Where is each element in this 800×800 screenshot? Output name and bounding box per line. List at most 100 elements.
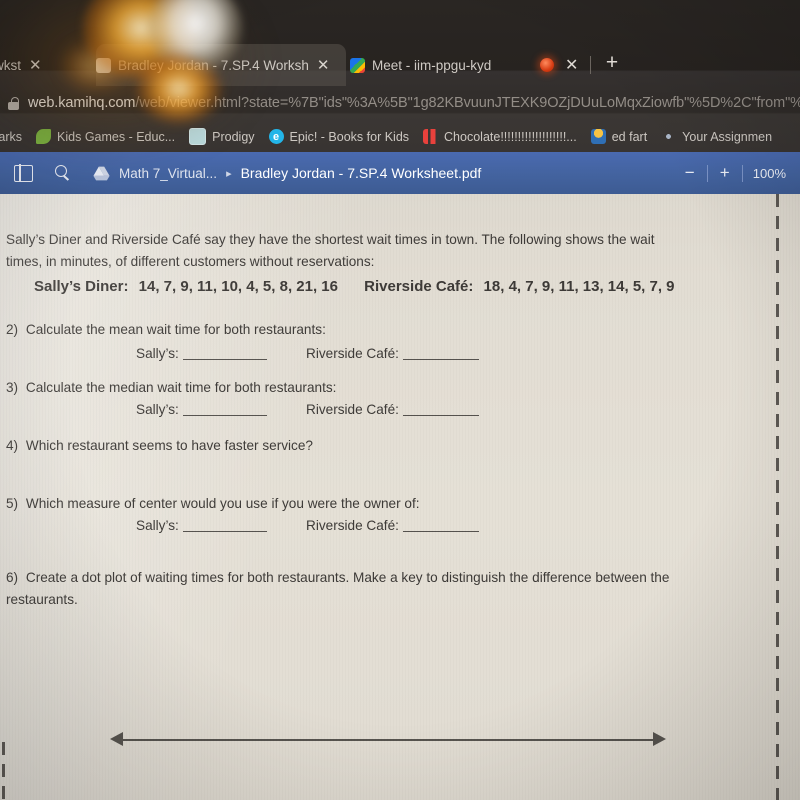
question-number: 6) [6, 570, 19, 585]
page-edge-dashed-line-left [2, 742, 5, 800]
question-6: 6) Create a dot plot of waiting times fo… [6, 568, 752, 589]
answer-blank-riverside[interactable]: Riverside Café: [306, 344, 606, 365]
question-text: Calculate the mean wait time for both re… [25, 322, 326, 337]
close-icon[interactable]: ✕ [29, 56, 42, 74]
url-host: web.kamihq.com [28, 95, 136, 111]
question-number: 3) [6, 380, 19, 395]
question-number: 4) [6, 438, 19, 453]
blank-line[interactable] [182, 359, 267, 360]
google-meet-icon [350, 57, 365, 73]
address-bar[interactable]: web.kamihq.com/web/viewer.html?state=%7B… [0, 86, 800, 120]
question-text: Which measure of center would you use if… [25, 496, 420, 511]
question-3: 3) Calculate the median wait time for bo… [6, 378, 336, 399]
blank-line[interactable] [182, 415, 267, 416]
url-path: /web/viewer.html?state=%7B"ids"%3A%5B"1g… [135, 95, 800, 111]
tab-title: wkst [0, 57, 21, 73]
close-icon[interactable]: ✕ [317, 56, 330, 74]
zoom-controls: − + 100% [677, 152, 792, 194]
bookmarks-bar: marks Kids Games - Educ... Prodigy e Epi… [0, 121, 800, 152]
question-6-line2: restaurants. [6, 592, 78, 607]
blank-label-right: Riverside Café: [306, 402, 399, 417]
answer-blank-sallys[interactable]: Sally’s: [6, 516, 306, 537]
answer-blank-sallys[interactable]: Sally’s: [6, 344, 306, 365]
url-text: web.kamihq.com/web/viewer.html?state=%7B… [28, 95, 800, 111]
tab-title: Meet - iim-ppgu-kyd [372, 57, 492, 73]
browser-tab-worksheet[interactable]: Bradley Jordan - 7.SP.4 Worksh ✕ [96, 44, 346, 86]
bookmark-label: Epic! - Books for Kids [289, 129, 410, 144]
answer-row-q2: Sally’s: Riverside Café: [6, 344, 706, 365]
blank-line[interactable] [402, 415, 479, 416]
lock-icon [8, 96, 19, 110]
bookmark-label: Prodigy [212, 129, 255, 144]
page-edge-dashed-line-right [776, 194, 779, 800]
bookmarks-label: marks [0, 129, 23, 144]
bookmark-ed-fart[interactable]: ed fart [590, 129, 648, 144]
data-sets: Sally’s Diner: 14, 7, 9, 11, 10, 4, 5, 8… [34, 276, 675, 299]
zoom-out-button[interactable]: − [677, 163, 703, 183]
browser-tab-meet[interactable]: Meet - iim-ppgu-kyd [350, 44, 545, 86]
close-icon[interactable]: ✕ [565, 55, 578, 75]
blank-label-left: Sally’s: [136, 402, 179, 417]
pdf-page[interactable]: Sally’s Diner and Riverside Café say the… [0, 194, 800, 800]
question-4: 4) Which restaurant seems to have faster… [6, 436, 313, 457]
zoom-in-button[interactable]: + [712, 163, 738, 183]
blank-label-right: Riverside Café: [306, 518, 399, 533]
blank-label-left: Sally’s: [136, 518, 179, 533]
question-number: 2) [6, 322, 19, 337]
recording-dot-icon[interactable] [540, 58, 554, 72]
blank-line[interactable] [402, 359, 479, 360]
riverside-values: 18, 4, 7, 9, 11, 13, 14, 5, 7, 9 [483, 278, 675, 295]
sparkle-icon [661, 129, 677, 144]
chevron-right-icon: ▸ [226, 167, 232, 180]
bookmark-kids-games[interactable]: Kids Games - Educ... [36, 129, 175, 144]
bookmark-prodigy[interactable]: Prodigy [189, 128, 255, 145]
arrow-head-right-icon [653, 732, 666, 746]
bookmark-your-assignment[interactable]: Your Assignmen [661, 129, 772, 144]
new-tab-button[interactable]: + [603, 52, 621, 73]
zoom-divider [706, 164, 708, 182]
epic-icon: e [268, 129, 284, 144]
answer-blank-sallys[interactable]: Sally’s: [6, 400, 306, 421]
prodigy-icon [189, 128, 207, 145]
blank-line[interactable] [182, 531, 267, 532]
person-icon [590, 129, 606, 144]
question-text-line1: Create a dot plot of waiting times for b… [25, 570, 670, 585]
bookmark-label: Your Assignmen [682, 129, 773, 144]
number-line-double-headed-arrow[interactable] [110, 730, 666, 750]
worksheet-intro-line2: times, in minutes, of different customer… [6, 254, 375, 269]
kami-icon [96, 57, 111, 73]
worksheet-intro-line1: Sally’s Diner and Riverside Café say the… [6, 232, 655, 247]
tab-title: Bradley Jordan - 7.SP.4 Worksh [118, 57, 309, 73]
riverside-label: Riverside Café: [364, 278, 474, 295]
bars-icon [423, 129, 439, 144]
bookmark-epic[interactable]: e Epic! - Books for Kids [268, 129, 410, 144]
zoom-level[interactable]: 100% [747, 166, 792, 181]
screen-photo: wkst ✕ Bradley Jordan - 7.SP.4 Worksh ✕ … [0, 0, 800, 800]
answer-blank-riverside[interactable]: Riverside Café: [306, 400, 606, 421]
number-line-axis [118, 739, 658, 742]
answer-row-q3: Sally’s: Riverside Café: [6, 400, 706, 421]
question-2: 2) Calculate the mean wait time for both… [6, 320, 326, 341]
sallys-values: 14, 7, 9, 11, 10, 4, 5, 8, 21, 16 [138, 278, 338, 295]
question-text: Calculate the median wait time for both … [25, 380, 337, 395]
bookmark-chocolate[interactable]: Chocolate!!!!!!!!!!!!!!!!!!!... [423, 129, 577, 144]
tab-divider [590, 56, 591, 74]
leaf-icon [36, 129, 52, 144]
answer-row-q5: Sally’s: Riverside Café: [6, 516, 706, 537]
blank-line[interactable] [402, 531, 479, 532]
google-drive-icon[interactable] [93, 166, 110, 181]
tab-strip: wkst ✕ Bradley Jordan - 7.SP.4 Worksh ✕ … [0, 44, 800, 86]
answer-blank-riverside[interactable]: Riverside Café: [306, 516, 606, 537]
bookmark-label: Kids Games - Educ... [57, 129, 176, 144]
arrow-head-left-icon [110, 732, 123, 746]
breadcrumb-folder[interactable]: Math 7_Virtual... [119, 166, 217, 181]
question-5: 5) Which measure of center would you use… [6, 494, 420, 515]
bookmarks-overflow-label: marks [0, 130, 22, 144]
pdf-viewer-toolbar: Math 7_Virtual... ▸ Bradley Jordan - 7.S… [0, 152, 800, 194]
search-icon[interactable] [55, 165, 71, 181]
bookmark-label: ed fart [611, 129, 648, 144]
side-panel-icon[interactable] [14, 163, 33, 183]
bookmark-label: Chocolate!!!!!!!!!!!!!!!!!!!... [444, 129, 577, 144]
sallys-label: Sally’s Diner: [34, 278, 129, 295]
browser-tab-wkst[interactable]: wkst ✕ [0, 44, 84, 86]
